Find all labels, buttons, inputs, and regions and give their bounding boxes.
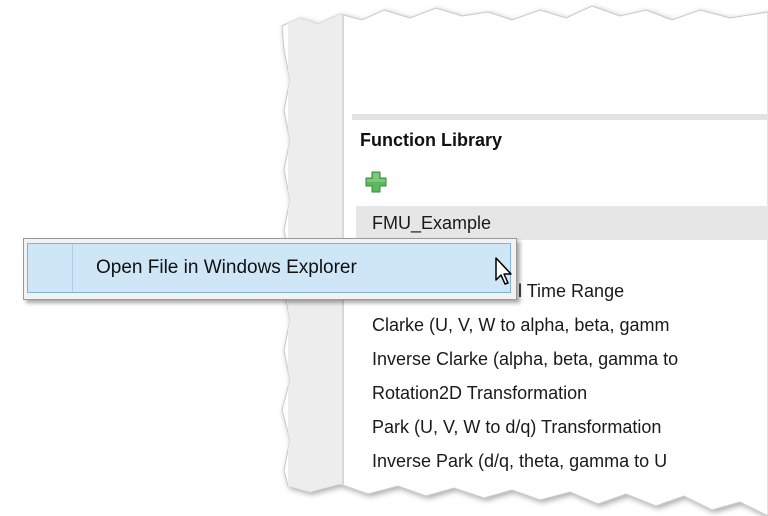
list-item-inverse-park[interactable]: Inverse Park (d/q, theta, gamma to U (356, 444, 768, 478)
list-item-clarke[interactable]: Clarke (U, V, W to alpha, beta, gamm (356, 308, 768, 342)
mouse-pointer-icon (495, 257, 512, 285)
list-item-rotation2d[interactable]: Rotation2D Transformation (356, 376, 768, 410)
menu-icon-gutter (72, 244, 73, 292)
open-file-in-explorer-menu-item[interactable]: Open File in Windows Explorer (27, 243, 511, 293)
plus-icon (365, 171, 387, 193)
add-function-button[interactable] (364, 170, 388, 194)
menu-item-label: Open File in Windows Explorer (96, 257, 357, 278)
list-item-fmu-example[interactable]: FMU_Example (356, 206, 768, 240)
function-library-title: Function Library (360, 130, 503, 150)
context-menu: Open File in Windows Explorer (23, 238, 517, 300)
list-item-inverse-clarke[interactable]: Inverse Clarke (alpha, beta, gamma to (356, 342, 768, 376)
list-item-park[interactable]: Park (U, V, W to d/q) Transformation (356, 410, 768, 444)
